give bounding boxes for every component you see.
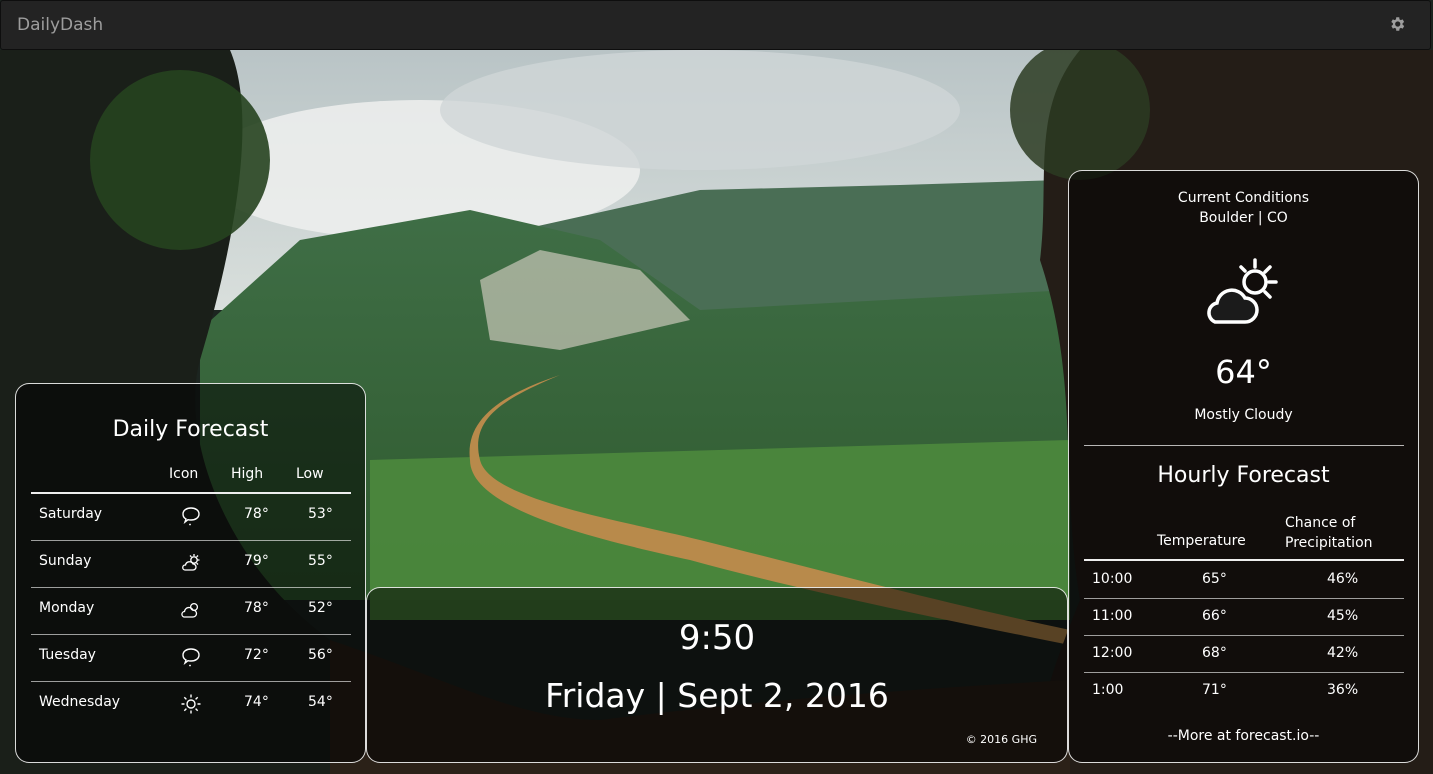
daily-row-sunday: Sunday 79° 55° (31, 541, 351, 588)
hourly-forecast-title: Hourly Forecast (1157, 463, 1330, 488)
day-low: 54° (308, 694, 333, 710)
hourly-row: 1:00 71° 36% (1084, 672, 1404, 709)
hour-precip: 42% (1327, 645, 1359, 661)
partly-sunny-icon (182, 554, 200, 571)
partly-cloudy-day-icon (1207, 258, 1278, 324)
col-icon: Icon (169, 466, 199, 482)
day-high: 79° (244, 553, 269, 569)
current-conditions-panel: Current Conditions Boulder | CO 64° Most… (1068, 170, 1419, 763)
hour-time: 1:00 (1092, 682, 1124, 698)
hour-temp: 66° (1202, 608, 1227, 624)
hour-precip: 45% (1327, 608, 1359, 624)
daily-row-tuesday: Tuesday 72° 56° (31, 635, 351, 682)
hourly-row: 12:00 68° 42% (1084, 635, 1404, 673)
hour-precip: 46% (1327, 571, 1359, 587)
copyright-text: © 2016 GHG (965, 733, 1037, 746)
hourly-row: 10:00 65° 46% (1084, 561, 1404, 599)
gear-icon[interactable] (1388, 15, 1406, 33)
day-high: 74° (244, 694, 269, 710)
current-conditions-header: Current Conditions Boulder | CO (1069, 188, 1418, 228)
day-high: 72° (244, 647, 269, 663)
current-location: Boulder | CO (1199, 210, 1288, 226)
top-navbar: DailyDash (0, 0, 1431, 50)
col-low: Low (296, 466, 324, 482)
hour-time: 11:00 (1092, 608, 1133, 624)
day-high: 78° (244, 506, 269, 522)
partly-cloudy-icon (181, 602, 199, 618)
col-precip-line1: Chance of (1285, 515, 1356, 531)
daily-row-wednesday: Wednesday 74° 54° (31, 682, 351, 728)
day-name: Sunday (39, 553, 92, 569)
hour-time: 10:00 (1092, 571, 1133, 587)
hour-temp: 68° (1202, 645, 1227, 661)
app-brand[interactable]: DailyDash (17, 15, 103, 35)
daily-forecast-title: Daily Forecast (112, 417, 269, 442)
col-precip-line2: Precipitation (1285, 535, 1373, 551)
day-low: 52° (308, 600, 333, 616)
current-summary: Mostly Cloudy (1194, 407, 1293, 423)
hour-precip: 36% (1327, 682, 1359, 698)
hourly-row: 11:00 66° 45% (1084, 598, 1404, 636)
daily-forecast-header: Icon High Low (31, 464, 351, 494)
col-high: High (231, 466, 264, 482)
clock-panel: 9:50 Friday | Sept 2, 2016 © 2016 GHG (366, 587, 1068, 763)
clock-date: Friday | Sept 2, 2016 (545, 676, 889, 715)
col-precipitation: Chance of Precipitation (1285, 513, 1373, 553)
day-name: Tuesday (39, 647, 96, 663)
hour-temp: 65° (1202, 571, 1227, 587)
day-low: 55° (308, 553, 333, 569)
sun-icon (181, 694, 201, 714)
section-divider (1084, 445, 1404, 446)
daily-row-saturday: Saturday 78° 53° (31, 494, 351, 541)
hourly-forecast-header: Temperature Chance of Precipitation (1084, 509, 1404, 561)
day-low: 56° (308, 647, 333, 663)
current-conditions-title: Current Conditions (1177, 190, 1310, 206)
speech-bubble-cloud-icon (182, 507, 200, 526)
day-name: Wednesday (39, 694, 121, 710)
current-temperature: 64° (1215, 353, 1272, 391)
daily-forecast-panel: Daily Forecast Icon High Low Saturday 78… (15, 383, 366, 763)
more-forecast-link[interactable]: --More at forecast.io-- (1069, 728, 1418, 744)
col-temperature: Temperature (1157, 533, 1246, 549)
speech-bubble-cloud-icon (182, 648, 200, 667)
day-name: Saturday (39, 506, 103, 522)
clock-time: 9:50 (678, 618, 756, 658)
hour-time: 12:00 (1092, 645, 1133, 661)
daily-row-monday: Monday 78° 52° (31, 588, 351, 635)
day-high: 78° (244, 600, 269, 616)
day-name: Monday (39, 600, 95, 616)
day-low: 53° (308, 506, 333, 522)
hour-temp: 71° (1202, 682, 1227, 698)
